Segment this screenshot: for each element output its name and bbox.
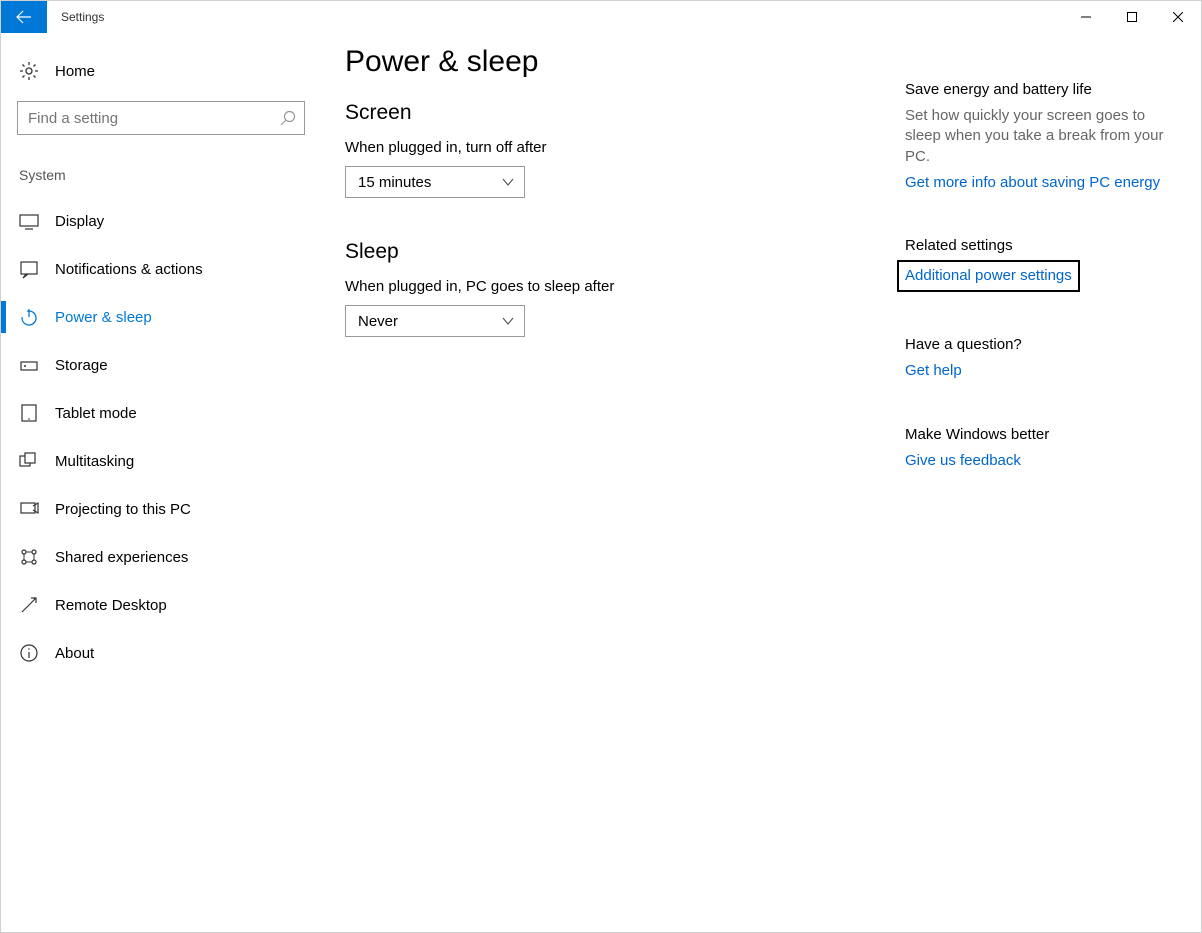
search-icon: [280, 110, 296, 126]
search-box[interactable]: [17, 101, 305, 135]
back-arrow-icon: [16, 9, 32, 25]
nav-power-sleep[interactable]: Power & sleep: [17, 293, 305, 341]
sidebar: Home System Display Notifications & acti…: [1, 33, 321, 932]
sleep-dropdown[interactable]: Never: [345, 305, 525, 337]
feedback-link[interactable]: Give us feedback: [905, 451, 1021, 471]
sleep-heading: Sleep: [345, 240, 905, 264]
nav-label: Notifications & actions: [55, 261, 203, 278]
notification-icon: [19, 259, 39, 279]
title-bar: Settings: [1, 1, 1201, 33]
right-rail: Save energy and battery life Set how qui…: [905, 45, 1165, 932]
nav-label: Tablet mode: [55, 405, 137, 422]
home-nav[interactable]: Home: [17, 57, 305, 101]
nav-label: Power & sleep: [55, 309, 152, 326]
info-icon: [19, 643, 39, 663]
chevron-down-icon: [502, 176, 514, 188]
feedback-heading: Make Windows better: [905, 426, 1165, 443]
nav-display[interactable]: Display: [17, 197, 305, 245]
gear-icon: [19, 61, 39, 81]
screen-off-value: 15 minutes: [358, 174, 431, 191]
multitasking-icon: [19, 451, 39, 471]
nav-label: Projecting to this PC: [55, 501, 191, 518]
section-label: System: [17, 167, 305, 183]
nav-multitasking[interactable]: Multitasking: [17, 437, 305, 485]
window-title: Settings: [47, 1, 1063, 33]
tablet-icon: [19, 403, 39, 423]
minimize-icon: [1081, 12, 1091, 22]
screen-off-dropdown[interactable]: 15 minutes: [345, 166, 525, 198]
shared-icon: [19, 547, 39, 567]
nav-remote-desktop[interactable]: Remote Desktop: [17, 581, 305, 629]
window-controls: [1063, 1, 1201, 33]
nav-about[interactable]: About: [17, 629, 305, 677]
energy-link[interactable]: Get more info about saving PC energy: [905, 173, 1160, 193]
remote-desktop-icon: [19, 595, 39, 615]
related-heading: Related settings: [905, 237, 1165, 254]
back-button[interactable]: [1, 1, 47, 33]
minimize-button[interactable]: [1063, 1, 1109, 33]
additional-power-highlight: Additional power settings: [897, 260, 1080, 292]
display-icon: [19, 211, 39, 231]
search-input[interactable]: [28, 110, 280, 127]
nav-projecting[interactable]: Projecting to this PC: [17, 485, 305, 533]
screen-off-label: When plugged in, turn off after: [345, 139, 905, 156]
close-button[interactable]: [1155, 1, 1201, 33]
home-label: Home: [55, 63, 95, 80]
nav-notifications[interactable]: Notifications & actions: [17, 245, 305, 293]
nav-label: Remote Desktop: [55, 597, 167, 614]
power-icon: [19, 307, 39, 327]
energy-heading: Save energy and battery life: [905, 81, 1165, 98]
nav-label: Display: [55, 213, 104, 230]
nav-label: Multitasking: [55, 453, 134, 470]
nav-label: Shared experiences: [55, 549, 188, 566]
nav-tablet-mode[interactable]: Tablet mode: [17, 389, 305, 437]
maximize-button[interactable]: [1109, 1, 1155, 33]
screen-heading: Screen: [345, 101, 905, 125]
maximize-icon: [1127, 12, 1137, 22]
chevron-down-icon: [502, 315, 514, 327]
sleep-value: Never: [358, 313, 398, 330]
help-heading: Have a question?: [905, 336, 1165, 353]
projecting-icon: [19, 499, 39, 519]
nav-shared-experiences[interactable]: Shared experiences: [17, 533, 305, 581]
nav-label: Storage: [55, 357, 108, 374]
close-icon: [1173, 12, 1183, 22]
energy-text: Set how quickly your screen goes to slee…: [905, 106, 1165, 167]
additional-power-link[interactable]: Additional power settings: [905, 266, 1072, 286]
nav-label: About: [55, 645, 94, 662]
main-pane: Power & sleep Screen When plugged in, tu…: [321, 33, 1201, 932]
storage-icon: [19, 355, 39, 375]
get-help-link[interactable]: Get help: [905, 361, 962, 381]
nav-storage[interactable]: Storage: [17, 341, 305, 389]
sleep-label: When plugged in, PC goes to sleep after: [345, 278, 905, 295]
page-title: Power & sleep: [345, 45, 905, 79]
